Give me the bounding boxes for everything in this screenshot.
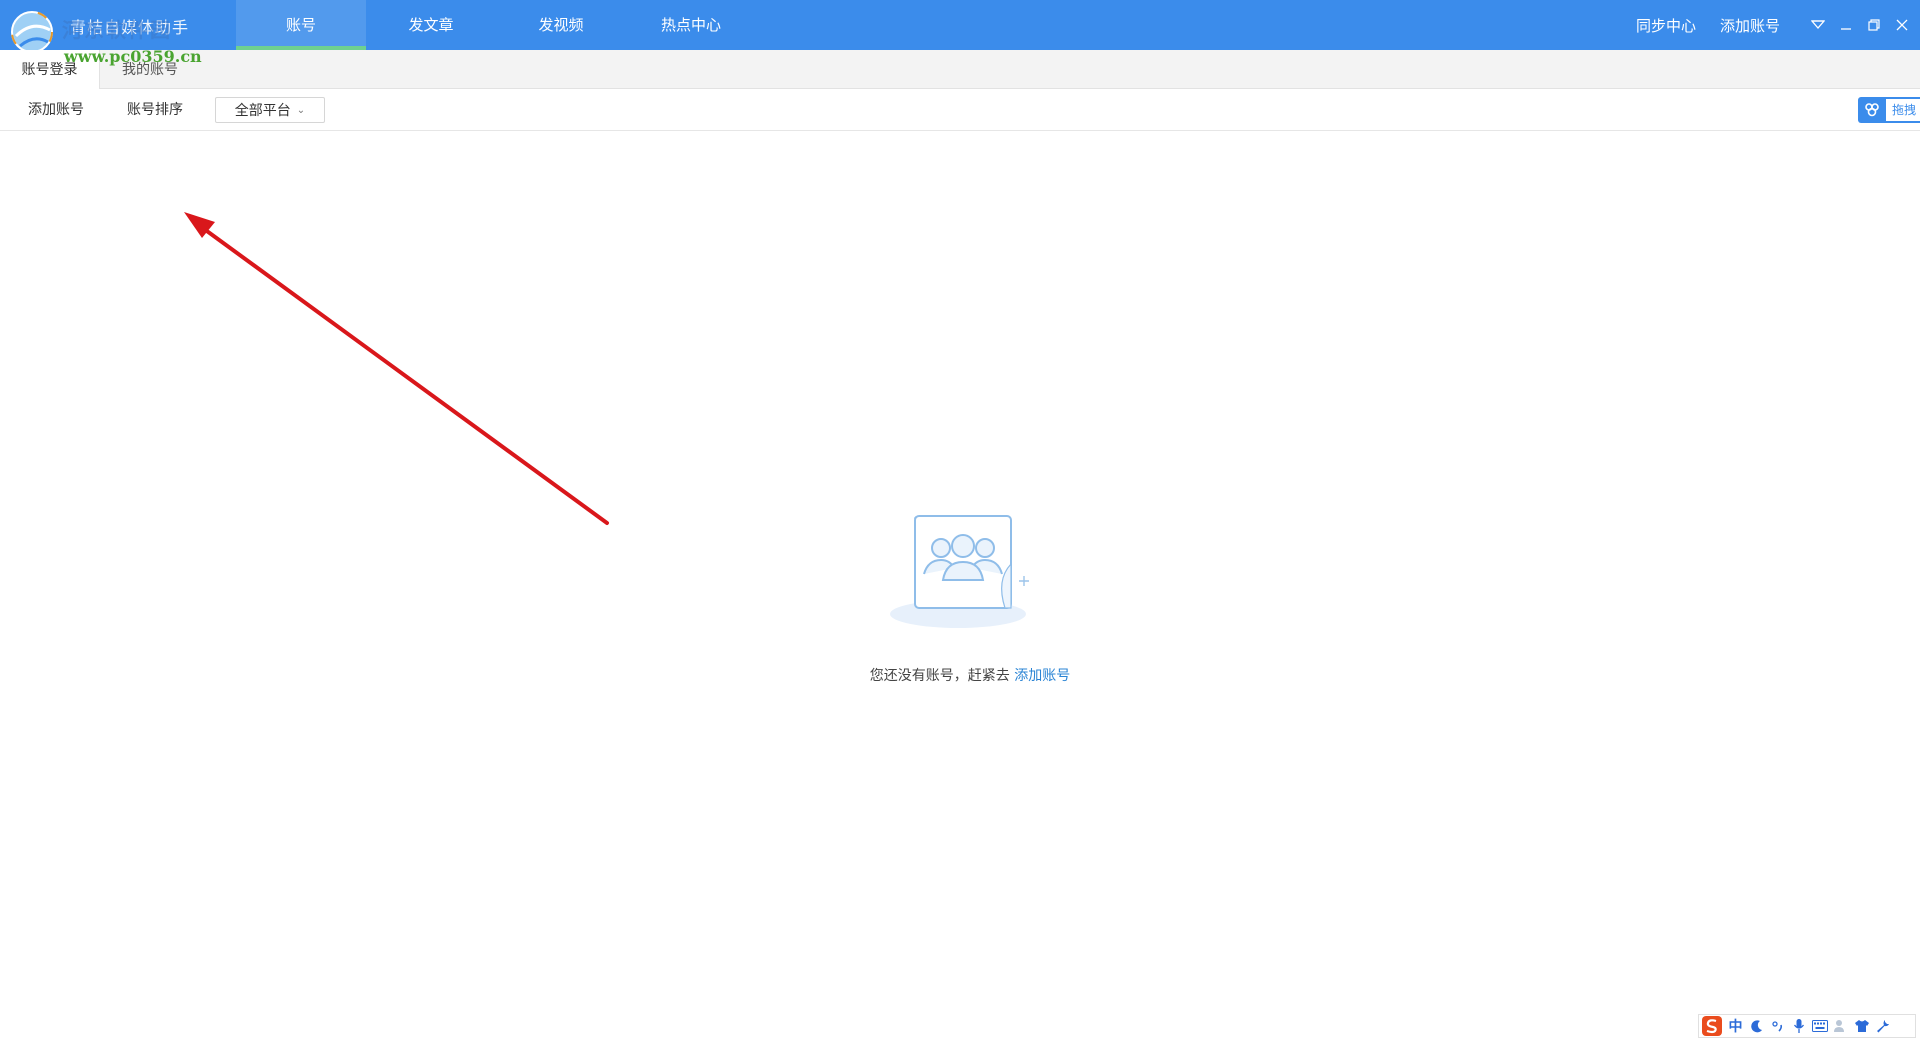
platform-select-value: 全部平台 xyxy=(234,103,291,119)
watermark-text: 河东软件园 xyxy=(62,18,172,42)
chevron-down-icon xyxy=(1811,20,1825,29)
microphone-icon[interactable] xyxy=(1788,1014,1809,1038)
ime-mode-toggle[interactable]: 中 xyxy=(1725,1014,1746,1038)
punctuation-icon[interactable] xyxy=(1767,1014,1788,1038)
minimize-icon xyxy=(1841,28,1851,30)
close-icon xyxy=(1896,19,1908,31)
account-toolbar: 添加账号 账号排序 全部平台 ⌄ 拖拽 xyxy=(0,89,1920,131)
add-account-button[interactable]: 添加账号 xyxy=(28,89,84,131)
dropdown-menu-button[interactable] xyxy=(1804,0,1832,50)
empty-add-account-link[interactable]: 添加账号 xyxy=(1014,668,1070,684)
side-widget-button[interactable]: 拖拽 xyxy=(1858,97,1920,123)
skin-shirt-icon[interactable] xyxy=(1851,1014,1872,1038)
add-account-link[interactable]: 添加账号 xyxy=(1720,15,1780,36)
title-actions: 同步中心 添加账号 xyxy=(1636,0,1920,50)
ime-toolbar: 中 xyxy=(1698,1014,1916,1038)
empty-state-text: 您还没有账号，赶紧去 xyxy=(869,668,1010,684)
title-bar: 青桔自媒体助手 河东软件园 账号 发文章 发视频 热点中心 同步中心 添加账号 xyxy=(0,0,1920,53)
tab-publish-video[interactable]: 发视频 xyxy=(496,0,626,50)
watermark-url: www.pc0359.cn xyxy=(64,47,202,66)
moon-icon[interactable] xyxy=(1746,1014,1767,1038)
main-nav: 账号 发文章 发视频 热点中心 xyxy=(236,0,756,50)
platform-select[interactable]: 全部平台 ⌄ xyxy=(215,97,325,123)
user-status-icon[interactable] xyxy=(1830,1014,1851,1038)
sort-accounts-button[interactable]: 账号排序 xyxy=(127,89,183,131)
close-button[interactable] xyxy=(1888,0,1916,50)
sogou-logo-icon[interactable] xyxy=(1699,1014,1725,1038)
minimize-button[interactable] xyxy=(1832,0,1860,50)
users-icon xyxy=(1858,97,1886,123)
wrench-icon[interactable] xyxy=(1872,1014,1893,1038)
chevron-down-icon: ⌄ xyxy=(296,104,306,116)
restore-icon xyxy=(1868,19,1880,31)
tab-accounts[interactable]: 账号 xyxy=(236,0,366,50)
sync-center-link[interactable]: 同步中心 xyxy=(1636,15,1696,36)
empty-state-message: 您还没有账号，赶紧去 添加账号 xyxy=(0,665,1920,685)
tab-hot-center[interactable]: 热点中心 xyxy=(626,0,756,50)
restore-button[interactable] xyxy=(1860,0,1888,50)
tab-publish-article[interactable]: 发文章 xyxy=(366,0,496,50)
keyboard-icon[interactable] xyxy=(1809,1014,1830,1038)
side-widget-label: 拖拽 xyxy=(1886,99,1920,121)
sub-tabs: 账号登录 我的账号 xyxy=(0,50,1920,90)
empty-accounts-illustration xyxy=(890,515,1029,628)
